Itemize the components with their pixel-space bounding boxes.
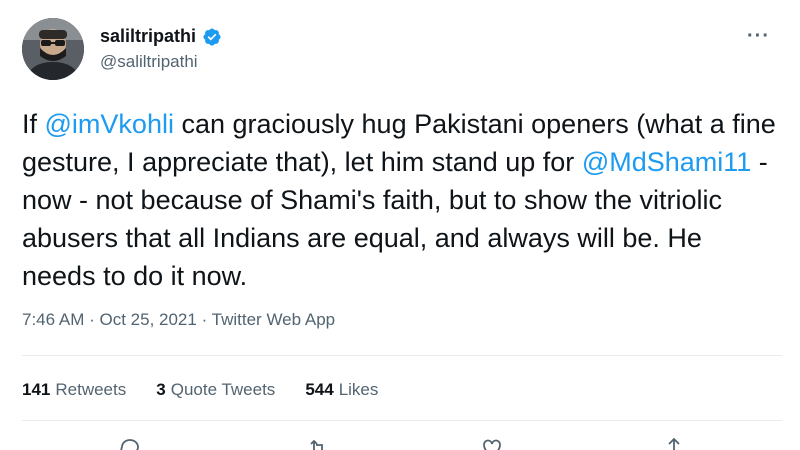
retweet-button[interactable] — [306, 436, 330, 450]
author-display-name[interactable]: saliltripathi — [100, 26, 196, 47]
quote-tweets-stat[interactable]: 3 Quote Tweets — [156, 380, 275, 400]
author-handle[interactable]: @saliltripathi — [100, 52, 222, 72]
divider — [22, 420, 782, 421]
retweet-icon — [310, 439, 323, 450]
retweets-stat[interactable]: 141 Retweets — [22, 380, 126, 400]
likes-stat[interactable]: 544 Likes — [305, 380, 378, 400]
tweet-source[interactable]: Twitter Web App — [212, 310, 335, 329]
tweet-text: If @imVkohli can graciously hug Pakistan… — [22, 105, 782, 295]
tweet-card: saliltripathi @saliltripathi ··· If @imV… — [0, 0, 800, 450]
mention-link-mdshami11[interactable]: @MdShami11 — [582, 147, 751, 177]
more-icon: ··· — [747, 25, 770, 47]
avatar-image — [22, 18, 84, 80]
meta-separator: · — [89, 310, 100, 329]
retweets-count: 141 — [22, 380, 51, 399]
author-block: saliltripathi @saliltripathi — [100, 26, 222, 72]
tweet-stats: 141 Retweets 3 Quote Tweets 544 Likes — [22, 380, 378, 400]
tweet-metadata: 7:46 AM · Oct 25, 2021 · Twitter Web App — [22, 310, 335, 330]
like-icon — [483, 439, 501, 450]
share-button[interactable] — [662, 436, 686, 450]
likes-count: 544 — [305, 380, 334, 399]
like-button[interactable] — [480, 436, 504, 450]
retweets-label: Retweets — [55, 380, 127, 399]
reply-button[interactable] — [118, 436, 142, 450]
tweet-date[interactable]: Oct 25, 2021 — [100, 310, 197, 329]
tweet-actions — [22, 436, 782, 450]
more-options-button[interactable]: ··· — [747, 26, 770, 46]
verified-badge-icon — [202, 27, 222, 47]
tweet-time[interactable]: 7:46 AM — [22, 310, 84, 329]
reply-icon — [120, 439, 139, 450]
divider — [22, 355, 782, 356]
author-name-row: saliltripathi — [100, 26, 222, 47]
tweet-text-segment: If — [22, 109, 45, 139]
likes-label: Likes — [338, 380, 379, 399]
share-icon — [666, 437, 682, 450]
quote-tweets-label: Quote Tweets — [170, 380, 276, 399]
quote-tweets-count: 3 — [156, 380, 166, 399]
meta-separator: · — [201, 310, 212, 329]
avatar[interactable] — [22, 18, 84, 80]
mention-link-imvkohli[interactable]: @imVkohli — [45, 109, 174, 139]
